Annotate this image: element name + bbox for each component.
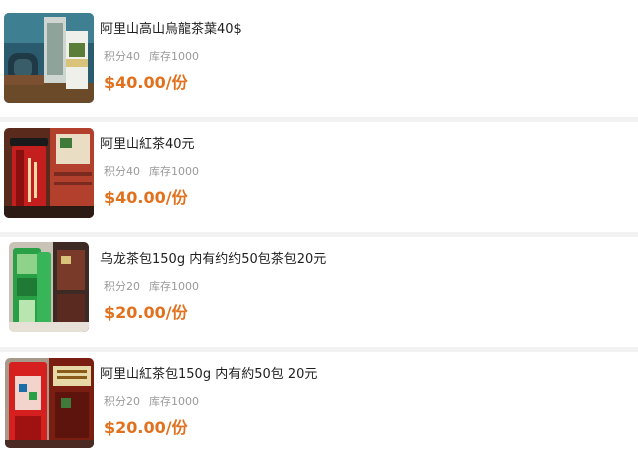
product-item[interactable]: 阿里山高山烏龍茶葉40$ 积分40 库存1000 $40.00/份 <box>0 0 638 117</box>
black-tea-can-photo-icon <box>4 128 94 218</box>
product-item[interactable]: 阿里山紅茶40元 积分40 库存1000 $40.00/份 <box>0 122 638 232</box>
product-image[interactable] <box>4 13 94 103</box>
product-title[interactable]: 阿里山紅茶包150g 内有約50包 20元 <box>100 367 317 383</box>
product-stock: 库存1000 <box>149 165 199 178</box>
product-meta: 积分40 库存1000 <box>104 165 199 179</box>
product-meta: 积分20 库存1000 <box>104 280 199 294</box>
product-image[interactable] <box>9 242 89 332</box>
product-title[interactable]: 阿里山高山烏龍茶葉40$ <box>100 22 242 38</box>
product-price: $20.00/份 <box>104 303 188 322</box>
product-points: 积分20 <box>104 395 140 408</box>
product-item[interactable]: 乌龙茶包150g 内有约约50包茶包20元 积分20 库存1000 $20.00/… <box>0 237 638 347</box>
product-item[interactable]: 阿里山紅茶包150g 内有約50包 20元 积分20 库存1000 $20.00/… <box>0 352 638 458</box>
product-price: $40.00/份 <box>104 73 188 92</box>
product-price: $40.00/份 <box>104 188 188 207</box>
product-meta: 积分40 库存1000 <box>104 50 199 64</box>
product-stock: 库存1000 <box>149 280 199 293</box>
product-title[interactable]: 乌龙茶包150g 内有约约50包茶包20元 <box>100 252 326 268</box>
product-title[interactable]: 阿里山紅茶40元 <box>100 137 195 153</box>
product-points: 积分40 <box>104 165 140 178</box>
product-price: $20.00/份 <box>104 418 188 437</box>
product-stock: 库存1000 <box>149 395 199 408</box>
tea-tin-photo-icon <box>4 13 94 103</box>
product-image[interactable] <box>4 128 94 218</box>
product-image[interactable] <box>5 358 94 448</box>
product-points: 积分20 <box>104 280 140 293</box>
product-points: 积分40 <box>104 50 140 63</box>
product-stock: 库存1000 <box>149 50 199 63</box>
product-meta: 积分20 库存1000 <box>104 395 199 409</box>
oolong-teabag-pack-photo-icon <box>9 242 89 332</box>
black-teabag-pack-photo-icon <box>5 358 94 448</box>
